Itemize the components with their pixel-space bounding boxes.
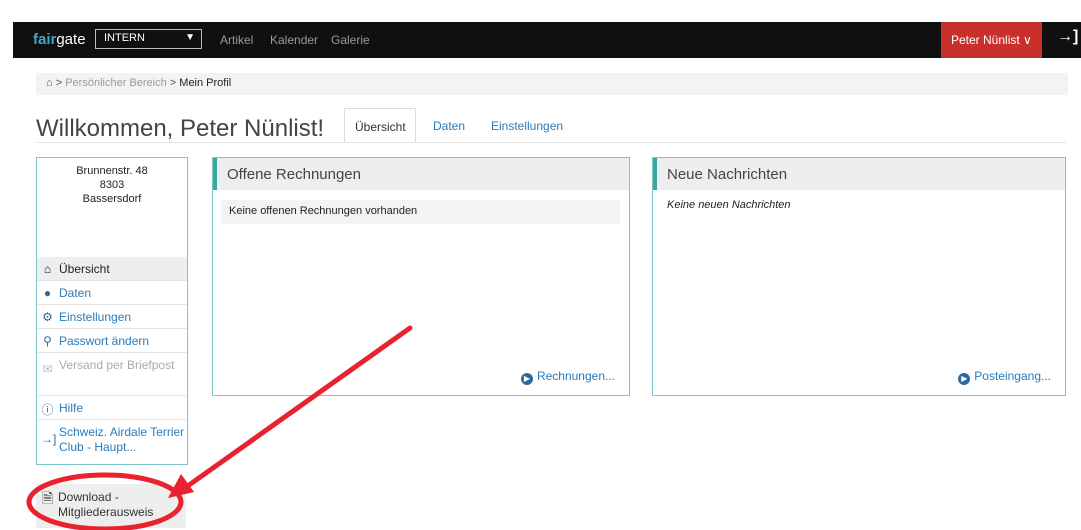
info-icon: ⓘ bbox=[41, 403, 54, 417]
tab-einstellungen[interactable]: Einstellungen bbox=[481, 108, 573, 143]
sidebar-item-versand: ✉ Versand per Briefpost bbox=[37, 353, 187, 396]
address-zip: 8303 bbox=[99, 179, 125, 191]
breadcrumb: ⌂ > Persönlicher Bereich > Mein Profil bbox=[36, 73, 1068, 95]
posteingang-link[interactable]: ▶ Posteingang... bbox=[958, 369, 1051, 385]
address-city: Bassersdorf bbox=[82, 193, 142, 205]
top-navbar: fairgate INTERN ▼ Artikel Kalender Galer… bbox=[13, 22, 1081, 58]
sidebar-item-label: Passwort ändern bbox=[59, 334, 150, 348]
link-label: Posteingang... bbox=[974, 369, 1051, 383]
pdf-file-icon: 🗎 bbox=[42, 490, 54, 506]
home-icon: ⌂ bbox=[43, 262, 52, 276]
no-messages-message: Keine neuen Nachrichten bbox=[667, 199, 791, 211]
download-mitgliederausweis-button[interactable]: 🗎 Download - Mitgliederausweis bbox=[36, 484, 186, 528]
sidebar-item-club[interactable]: →] Schweiz. Airdale Terrier Club - Haupt… bbox=[37, 420, 187, 463]
panel-title: Neue Nachrichten bbox=[653, 158, 1065, 190]
sidebar-item-einstellungen[interactable]: ⚙ Einstellungen bbox=[37, 305, 187, 329]
panel-title: Offene Rechnungen bbox=[213, 158, 629, 190]
fairgate-logo[interactable]: fairgate bbox=[33, 31, 86, 48]
sign-in-icon: →] bbox=[41, 432, 57, 446]
sidebar-item-label: Schweiz. Airdale Terrier Club - Haupt... bbox=[59, 425, 185, 454]
address-block: Brunnenstr. 48 8303 Bassersdorf bbox=[37, 158, 187, 206]
user-menu-button[interactable]: Peter Nünlist ∨ bbox=[941, 22, 1042, 58]
sidebar-item-passwort[interactable]: ⚲ Passwort ändern bbox=[37, 329, 187, 353]
tab-divider bbox=[36, 142, 1066, 143]
chevron-down-icon: ▼ bbox=[185, 32, 195, 43]
sidebar-item-label: Versand per Briefpost bbox=[59, 358, 175, 372]
neue-nachrichten-panel: Neue Nachrichten Keine neuen Nachrichten… bbox=[652, 157, 1066, 396]
breadcrumb-mein-profil: Mein Profil bbox=[179, 77, 232, 89]
context-select[interactable]: INTERN ▼ bbox=[95, 29, 202, 49]
user-name: Peter Nünlist ∨ bbox=[951, 33, 1032, 47]
address-street: Brunnenstr. 48 bbox=[76, 165, 148, 177]
sidebar-item-label: Daten bbox=[59, 286, 92, 300]
context-select-value: INTERN bbox=[104, 32, 145, 44]
key-icon: ⚲ bbox=[43, 334, 52, 348]
user-icon: ● bbox=[43, 286, 52, 300]
sidebar-menu: ⌂ Übersicht ● Daten ⚙ Einstellungen ⚲ Pa… bbox=[37, 257, 187, 463]
gear-icon: ⚙ bbox=[42, 310, 53, 324]
tab-daten[interactable]: Daten bbox=[423, 108, 475, 143]
sidebar-item-label: Hilfe bbox=[59, 401, 84, 415]
offene-rechnungen-panel: Offene Rechnungen Keine offenen Rechnung… bbox=[212, 157, 630, 396]
tab-uebersicht[interactable]: Übersicht bbox=[344, 108, 416, 143]
sidebar-item-hilfe[interactable]: ⓘ Hilfe bbox=[37, 396, 187, 420]
breadcrumb-separator: > bbox=[169, 77, 177, 89]
nav-galerie[interactable]: Galerie bbox=[331, 33, 370, 47]
nav-kalender[interactable]: Kalender bbox=[270, 33, 318, 47]
sidebar-item-label: Einstellungen bbox=[59, 310, 132, 324]
sidebar-item-label: Übersicht bbox=[59, 262, 110, 276]
sidebar-item-daten[interactable]: ● Daten bbox=[37, 281, 187, 305]
arrow-circle-right-icon: ▶ bbox=[958, 373, 971, 385]
envelope-icon: ✉ bbox=[42, 362, 53, 376]
home-icon[interactable]: ⌂ bbox=[46, 77, 53, 89]
nav-artikel[interactable]: Artikel bbox=[220, 33, 253, 47]
download-label: Download - Mitgliederausweis bbox=[58, 490, 154, 519]
profile-sidebar: Brunnenstr. 48 8303 Bassersdorf ⌂ Übersi… bbox=[36, 157, 188, 465]
no-invoices-message: Keine offenen Rechnungen vorhanden bbox=[221, 200, 620, 224]
breadcrumb-separator: > bbox=[55, 77, 63, 89]
link-label: Rechnungen... bbox=[536, 369, 615, 383]
page-title: Willkommen, Peter Nünlist! bbox=[36, 115, 325, 142]
rechnungen-link[interactable]: ▶ Rechnungen... bbox=[520, 369, 615, 385]
logout-icon[interactable]: →] bbox=[1057, 28, 1078, 46]
sidebar-item-uebersicht[interactable]: ⌂ Übersicht bbox=[37, 257, 187, 281]
breadcrumb-persoenlicher-bereich[interactable]: Persönlicher Bereich bbox=[65, 77, 167, 89]
arrow-circle-right-icon: ▶ bbox=[520, 373, 533, 385]
